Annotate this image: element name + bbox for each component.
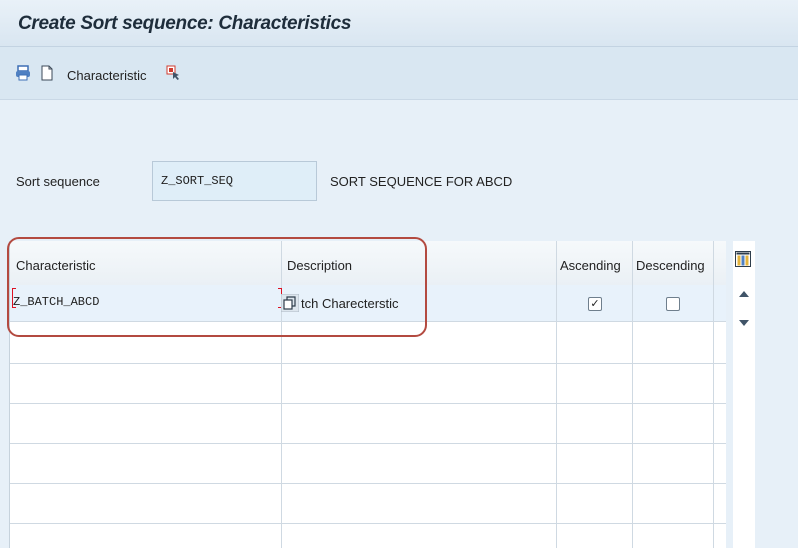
row-divider xyxy=(10,443,726,444)
column-divider xyxy=(713,241,714,548)
application-toolbar: Characteristic xyxy=(0,47,798,100)
page-title: Create Sort sequence: Characteristics xyxy=(18,13,352,34)
row-divider xyxy=(10,403,726,404)
row-divider xyxy=(10,363,726,364)
sort-sequence-input[interactable]: Z_SORT_SEQ xyxy=(152,161,317,201)
column-divider xyxy=(632,241,633,548)
characteristic-button[interactable]: Characteristic xyxy=(67,68,146,83)
row-divider xyxy=(10,523,726,524)
sort-sequence-description: SORT SEQUENCE FOR ABCD xyxy=(330,174,513,189)
column-header-ascending[interactable]: Ascending xyxy=(560,241,621,285)
scroll-down-icon[interactable] xyxy=(739,320,749,326)
scroll-up-icon[interactable] xyxy=(739,291,749,297)
table-scrollbar[interactable] xyxy=(733,241,755,548)
new-document-icon[interactable] xyxy=(39,65,55,81)
sort-sequence-label: Sort sequence xyxy=(16,174,100,189)
descending-checkbox[interactable] xyxy=(666,297,680,311)
highlight-annotation xyxy=(7,237,427,337)
print-icon[interactable] xyxy=(15,65,31,81)
title-bar: Create Sort sequence: Characteristics xyxy=(0,0,798,47)
row-divider xyxy=(10,483,726,484)
ascending-checkbox[interactable]: ✓ xyxy=(588,297,602,311)
pointer-selection-icon[interactable] xyxy=(166,65,182,81)
column-header-descending[interactable]: Descending xyxy=(636,241,705,285)
column-divider xyxy=(556,241,557,548)
table-settings-icon[interactable] xyxy=(735,251,751,267)
